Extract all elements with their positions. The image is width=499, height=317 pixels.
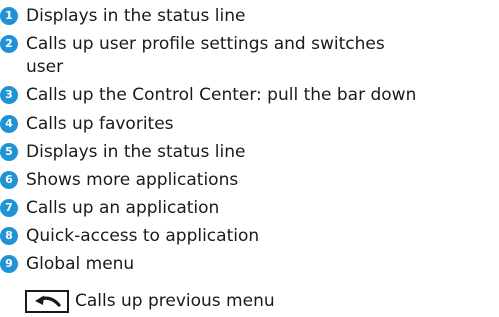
legend-text-9: Global menu (26, 254, 135, 274)
number-badge-4: 4 (0, 115, 18, 133)
legend-item-1: 1 Displays in the status line (0, 5, 486, 28)
legend-text-6: Shows more applications (26, 170, 239, 190)
number-badge-5: 5 (0, 143, 18, 161)
legend-text-1: Displays in the status line (26, 6, 246, 26)
number-badge-9: 9 (0, 255, 18, 273)
legend-item-9: 9 Global menu (0, 253, 486, 276)
number-badge-6: 6 (0, 171, 18, 189)
legend-item-6: 6 Shows more applications (0, 169, 486, 192)
number-badge-7: 7 (0, 199, 18, 217)
legend-sub-text: Calls up previous menu (75, 291, 275, 311)
legend-item-5: 5 Displays in the status line (0, 141, 486, 164)
legend-item-8: 8 Quick-access to application (0, 225, 486, 248)
number-badge-1: 1 (0, 7, 18, 25)
callout-legend: 1 Displays in the status line 2 Calls up… (0, 0, 499, 317)
legend-text-4: Calls up favorites (26, 114, 174, 134)
number-badge-8: 8 (0, 227, 18, 245)
legend-item-3: 3 Calls up the Control Center: pull the … (0, 84, 486, 107)
back-arrow-icon (25, 290, 69, 313)
legend-text-2: Calls up user profile settings and switc… (26, 34, 385, 77)
legend-sub-item-back: Calls up previous menu (25, 290, 275, 313)
legend-text-5: Displays in the status line (26, 142, 246, 162)
legend-text-8: Quick-access to application (26, 226, 260, 246)
legend-item-4: 4 Calls up favorites (0, 113, 486, 136)
number-badge-3: 3 (0, 86, 18, 104)
legend-text-7: Calls up an application (26, 198, 220, 218)
legend-item-2: 2 Calls up user profile settings and swi… (0, 33, 426, 79)
number-badge-2: 2 (0, 35, 18, 53)
legend-text-3: Calls up the Control Center: pull the ba… (26, 85, 417, 105)
legend-item-7: 7 Calls up an application (0, 197, 486, 220)
